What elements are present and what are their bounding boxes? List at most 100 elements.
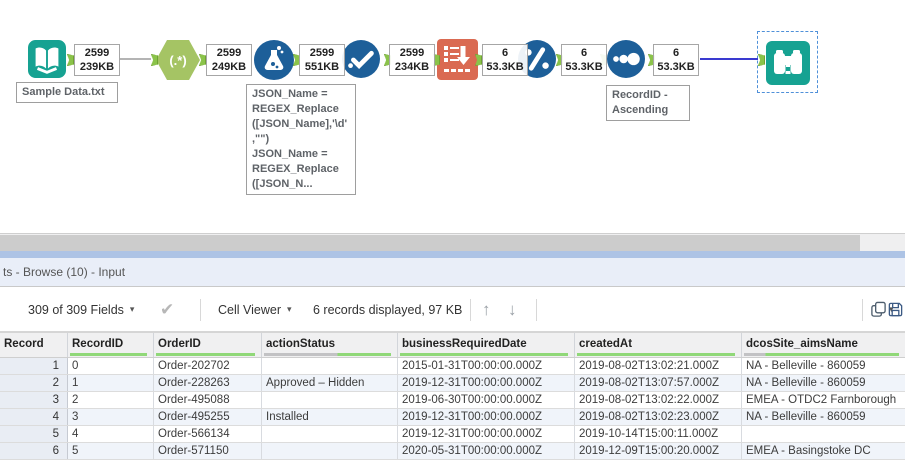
data-size: 53.3KB: [657, 61, 695, 73]
record-number: 4: [0, 409, 68, 425]
cell: 2019-10-14T15:00:11.000Z: [575, 426, 742, 442]
connection-anchor: [67, 54, 74, 66]
input-annotation[interactable]: Sample Data.txt: [16, 82, 118, 103]
column-header-recordid[interactable]: RecordID: [68, 333, 154, 357]
column-header-dcossite-aimsname[interactable]: dcosSite_aimsName: [742, 333, 905, 357]
workflow-canvas[interactable]: 2599 239KB (.*) 2599 249KB 2599 551KB 25…: [0, 0, 905, 233]
record-number: 1: [0, 358, 68, 374]
cell: 2: [68, 392, 154, 408]
data-size: 249KB: [211, 61, 247, 73]
formula-annotation[interactable]: JSON_Name = REGEX_Replace ([JSON_Name],'…: [246, 84, 356, 195]
data-size: 53.3KB: [565, 61, 603, 73]
checkmark-icon: [342, 40, 380, 78]
sort-tool[interactable]: [607, 40, 645, 83]
open-book-icon: [28, 40, 66, 78]
cell: 2019-12-31T00:00:00.000Z: [398, 375, 575, 391]
cell: EMEA - OTDC2 Farnborough: [746, 394, 897, 406]
cell: Approved – Hidden: [262, 375, 398, 391]
cell: [262, 426, 398, 442]
fields-dropdown[interactable]: 309 of 309 Fields ▾: [28, 288, 134, 331]
data-quality-bar: [400, 353, 568, 356]
table-row[interactable]: 5 4 Order-566134 2019-12-31T00:00:00.000…: [0, 426, 905, 443]
cell: [262, 392, 398, 408]
connection-count-5[interactable]: 6 53.3KB: [482, 44, 528, 76]
scroll-up-button[interactable]: ↑: [482, 288, 491, 331]
sort-annotation[interactable]: RecordID - Ascending: [606, 85, 690, 121]
column-header-record[interactable]: Record: [0, 333, 68, 357]
chevron-down-icon: ▾: [287, 304, 292, 314]
table-row[interactable]: 6 5 Order-571150 2020-05-31T00:00:00.000…: [0, 443, 905, 460]
apply-check-icon[interactable]: ✔: [160, 288, 174, 331]
canvas-horizontal-scrollbar[interactable]: [0, 233, 905, 251]
scrollbar-thumb[interactable]: [0, 235, 860, 251]
results-title-bar: ts - Browse (10) - Input: [0, 258, 905, 287]
connection-line[interactable]: [120, 58, 151, 60]
cell: Order-566134: [154, 426, 262, 442]
column-header-createdat[interactable]: createdAt: [575, 333, 742, 357]
cell: [262, 443, 398, 459]
chevron-down-icon: ▾: [129, 304, 135, 314]
crosstab-tool[interactable]: [437, 39, 478, 85]
record-count: 6: [580, 47, 588, 59]
toolbar-divider: [862, 299, 863, 321]
record-count: 2599: [84, 47, 110, 59]
selected-connection-line[interactable]: [700, 58, 758, 60]
sort-dots-icon: [607, 40, 645, 78]
connection-count-7[interactable]: 6 53.3KB: [653, 44, 699, 76]
cell: 4: [68, 426, 154, 442]
connection-anchor: [199, 54, 206, 66]
save-button[interactable]: [887, 288, 904, 331]
connection-count-4[interactable]: 2599 234KB: [389, 44, 435, 76]
table-row[interactable]: 2 1 Order-228263 Approved – Hidden 2019-…: [0, 375, 905, 392]
connection-count-1[interactable]: 2599 239KB: [74, 44, 120, 76]
results-toolbar: 309 of 309 Fields ▾ ✔ Cell Viewer ▾ 6 re…: [0, 288, 905, 332]
data-size: 551KB: [304, 61, 340, 73]
column-header-businessrequireddate[interactable]: businessRequiredDate: [398, 333, 575, 357]
table-row[interactable]: 3 2 Order-495088 2019-06-30T00:00:00.000…: [0, 392, 905, 409]
connection-count-3[interactable]: 2599 551KB: [299, 44, 345, 76]
cell-viewer-dropdown[interactable]: Cell Viewer ▾: [218, 288, 292, 331]
data-quality-bar: [70, 353, 147, 356]
data-quality-bar: [156, 353, 255, 356]
toolbar-divider: [200, 299, 201, 321]
cell: EMEA - Basingstoke DC: [746, 445, 871, 457]
table-row[interactable]: 4 3 Order-495255 Installed 2019-12-31T00…: [0, 409, 905, 426]
alteryx-window: 2599 239KB (.*) 2599 249KB 2599 551KB 25…: [0, 0, 905, 461]
regex-label: (.*): [169, 52, 187, 68]
data-quality-bar: [577, 353, 735, 356]
record-number: 2: [0, 375, 68, 391]
data-quality-bar: [744, 353, 899, 356]
cell: 0: [68, 358, 154, 374]
record-count: 6: [501, 47, 509, 59]
select-tool[interactable]: [342, 40, 380, 83]
results-panel-accent: [0, 251, 905, 258]
data-size: 53.3KB: [486, 61, 524, 73]
column-header-actionstatus[interactable]: actionStatus: [262, 333, 398, 357]
regex-tool[interactable]: (.*): [156, 40, 200, 80]
toolbar-divider: [470, 299, 471, 321]
connection-count-2[interactable]: 2599 249KB: [206, 44, 252, 76]
data-size: 239KB: [79, 61, 115, 73]
results-grid: Record RecordID OrderID actionStatus bus…: [0, 332, 905, 460]
records-displayed-info: 6 records displayed, 97 KB: [313, 302, 463, 317]
scroll-down-button[interactable]: ↓: [508, 288, 517, 331]
formula-tool[interactable]: [254, 40, 294, 85]
cell: 2019-12-31T00:00:00.000Z: [398, 426, 575, 442]
input-data-tool[interactable]: [28, 40, 66, 83]
cell: [742, 426, 905, 442]
table-row[interactable]: 1 0 Order-202702 2015-01-31T00:00:00.000…: [0, 358, 905, 375]
cell: Order-228263: [154, 375, 262, 391]
cell: 2019-06-30T00:00:00.000Z: [398, 392, 575, 408]
cell: 5: [68, 443, 154, 459]
cell: 2019-12-31T00:00:00.000Z: [398, 409, 575, 425]
column-header-orderid[interactable]: OrderID: [154, 333, 262, 357]
record-count: 2599: [216, 47, 242, 59]
cell: 2020-05-31T00:00:00.000Z: [398, 443, 575, 459]
cell: NA - Belleville - 860059: [746, 411, 866, 423]
record-number: 6: [0, 443, 68, 459]
flask-icon: [254, 40, 294, 80]
cell: 2019-08-02T13:02:21.000Z: [575, 358, 742, 374]
browse-tool[interactable]: [766, 41, 810, 90]
cell: Order-571150: [154, 443, 262, 459]
connection-count-6[interactable]: 6 53.3KB: [561, 44, 607, 76]
